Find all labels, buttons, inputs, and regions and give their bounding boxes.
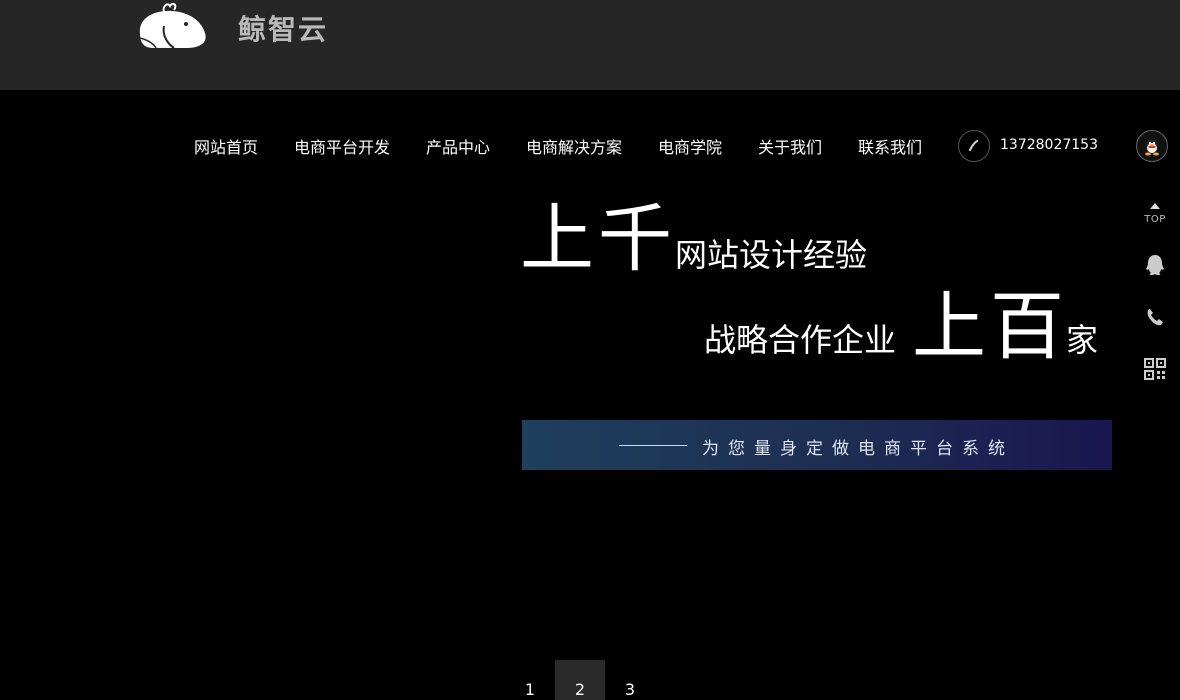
hero-text-1: 网站设计经验 (675, 236, 868, 274)
hero-text-3: 家 (1066, 321, 1099, 359)
phone-icon (958, 130, 990, 162)
back-to-top-label: TOP (1144, 214, 1166, 225)
banner-text: 为您量身定做电商平台系统 (702, 439, 1014, 459)
brand-name[interactable]: 鲸智云 (238, 8, 328, 48)
hero-banner: 为您量身定做电商平台系统 (522, 420, 1112, 470)
qq-icon[interactable] (1142, 252, 1168, 278)
hero-big-text-2: 上百 (912, 284, 1068, 370)
hero-big-text-1: 上千 (520, 196, 676, 282)
whale-logo-icon[interactable] (134, 0, 214, 50)
nav-item-about[interactable]: 关于我们 (758, 134, 822, 158)
telephone-icon[interactable] (1142, 304, 1168, 330)
page-button-1[interactable]: 1 (505, 660, 555, 700)
page-button-3[interactable]: 3 (605, 660, 655, 700)
arrow-up-icon (1150, 203, 1160, 209)
nav-item-solutions[interactable]: 电商解决方案 (526, 134, 622, 158)
page-button-2[interactable]: 2 (555, 660, 605, 700)
qr-code-icon[interactable] (1142, 356, 1168, 382)
nav-item-products[interactable]: 产品中心 (426, 134, 490, 158)
phone-number[interactable]: 13728027153 (1000, 137, 1098, 153)
banner-divider (619, 445, 687, 446)
top-header: 鲸智云 (0, 0, 1180, 90)
back-to-top-button[interactable]: TOP (1140, 198, 1170, 230)
qq-avatar-icon[interactable] (1136, 130, 1168, 162)
hero-text-2: 战略合作企业 (704, 321, 897, 359)
nav-item-contact[interactable]: 联系我们 (858, 134, 922, 158)
nav-item-academy[interactable]: 电商学院 (658, 134, 722, 158)
nav-item-ecommerce-dev[interactable]: 电商平台开发 (294, 134, 390, 158)
nav-item-home[interactable]: 网站首页 (194, 134, 258, 158)
